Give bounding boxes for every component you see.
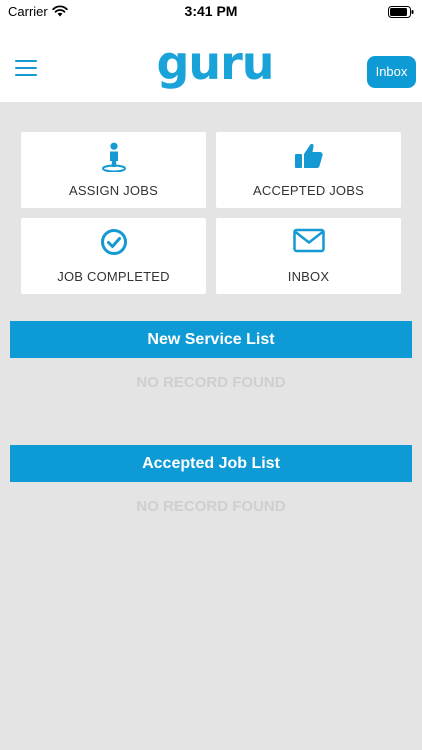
status-bar: Carrier 3:41 PM — [0, 0, 422, 22]
person-pin-icon — [21, 142, 206, 172]
clock-label: 3:41 PM — [184, 3, 238, 19]
accepted-jobs-label: ACCEPTED JOBS — [253, 183, 364, 198]
accepted-jobs-tile[interactable]: ACCEPTED JOBS — [216, 132, 401, 208]
job-completed-tile[interactable]: JOB COMPLETED — [21, 218, 206, 294]
job-completed-label: JOB COMPLETED — [57, 269, 170, 284]
envelope-icon — [216, 228, 401, 256]
inbox-button[interactable]: Inbox — [367, 56, 416, 88]
assign-jobs-label: ASSIGN JOBS — [69, 183, 158, 198]
assign-jobs-tile[interactable]: ASSIGN JOBS — [21, 132, 206, 208]
inbox-tile[interactable]: INBOX — [216, 218, 401, 294]
accepted-job-empty-text: NO RECORD FOUND — [136, 498, 286, 515]
check-circle-icon — [21, 228, 206, 256]
app-logo: guru — [156, 36, 274, 90]
thumbs-up-icon — [216, 142, 401, 170]
accepted-job-list-header: Accepted Job List — [10, 445, 412, 482]
new-service-list-header: New Service List — [10, 321, 412, 358]
battery-icon — [388, 5, 414, 23]
nav-bar: guru Inbox — [0, 22, 422, 102]
new-service-empty-text: NO RECORD FOUND — [136, 374, 286, 391]
inbox-label: INBOX — [287, 269, 330, 284]
